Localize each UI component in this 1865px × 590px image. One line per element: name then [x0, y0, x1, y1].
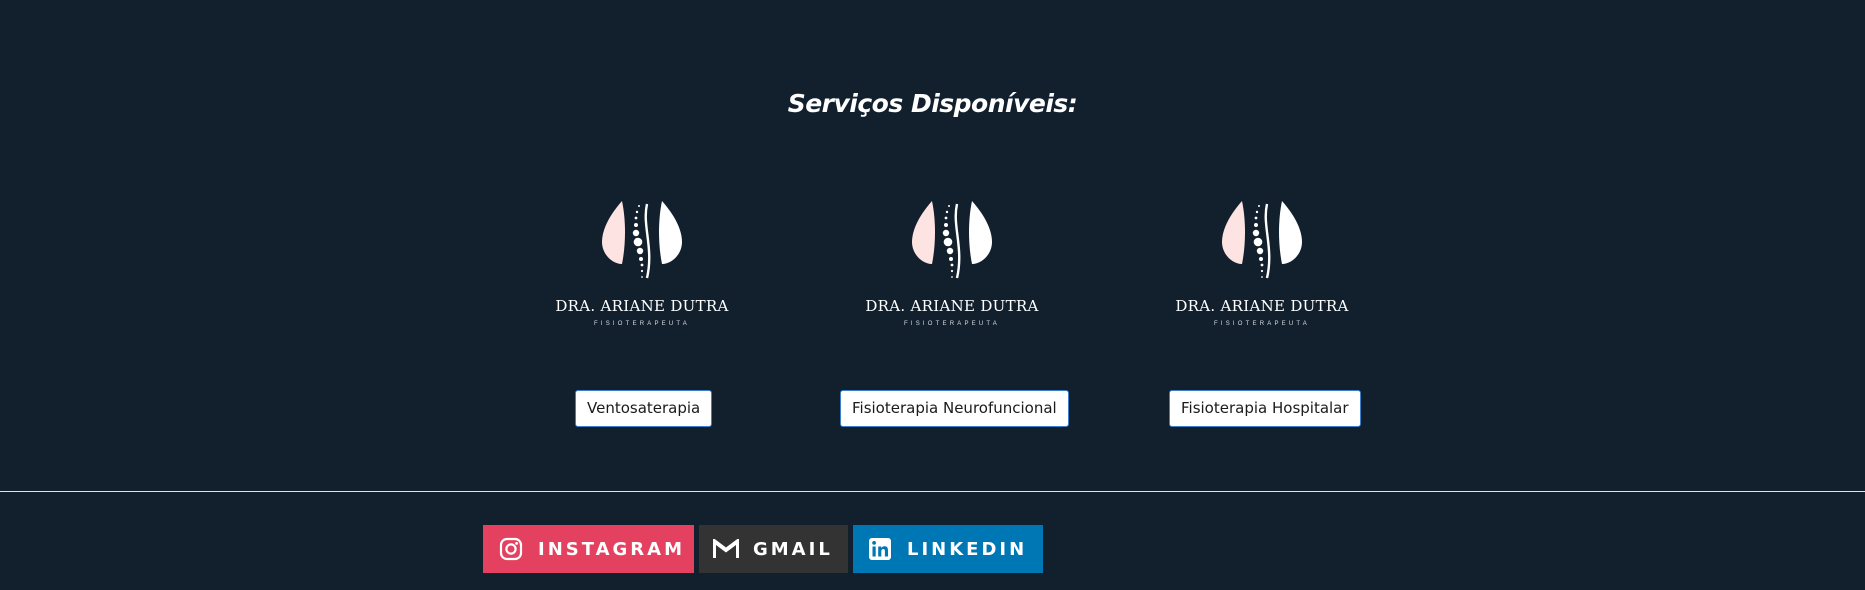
instagram-button[interactable]: INSTAGRAM: [483, 525, 694, 573]
instagram-label: INSTAGRAM: [538, 538, 686, 560]
instagram-icon: [498, 536, 524, 562]
gmail-label: GMAIL: [753, 538, 833, 560]
service-button-hospitalar[interactable]: Fisioterapia Hospitalar: [1169, 390, 1361, 427]
linkedin-label: LINKEDIN: [907, 538, 1028, 560]
service-card: DRA. ARIANE DUTRA FISIOTERAPEUTA Fisiote…: [832, 198, 1072, 438]
brand-subtitle: FISIOTERAPEUTA: [593, 321, 691, 327]
brand-subtitle: FISIOTERAPEUTA: [903, 321, 1001, 327]
brand-logo: DRA. ARIANE DUTRA FISIOTERAPEUTA: [522, 198, 762, 338]
gmail-button[interactable]: GMAIL: [699, 525, 848, 573]
spine-logo-icon: [602, 201, 682, 279]
brand-name: DRA. ARIANE DUTRA: [555, 297, 729, 315]
service-card: DRA. ARIANE DUTRA FISIOTERAPEUTA Fisiote…: [1142, 198, 1382, 438]
footer-divider: [0, 491, 1865, 492]
brand-logo: DRA. ARIANE DUTRA FISIOTERAPEUTA: [1142, 198, 1382, 338]
service-button-ventosaterapia[interactable]: Ventosaterapia: [575, 390, 713, 427]
linkedin-button[interactable]: LINKEDIN: [853, 525, 1043, 573]
linkedin-icon: [867, 536, 893, 562]
spine-logo-icon: [1222, 201, 1302, 279]
brand-logo: DRA. ARIANE DUTRA FISIOTERAPEUTA: [832, 198, 1072, 338]
spine-logo-icon: [912, 201, 992, 279]
section-title: Serviços Disponíveis:: [787, 88, 1078, 118]
gmail-icon: [713, 536, 739, 562]
service-button-neurofuncional[interactable]: Fisioterapia Neurofuncional: [840, 390, 1069, 427]
brand-name: DRA. ARIANE DUTRA: [1175, 297, 1349, 315]
service-card: DRA. ARIANE DUTRA FISIOTERAPEUTA Ventosa…: [522, 198, 762, 438]
brand-subtitle: FISIOTERAPEUTA: [1213, 321, 1311, 327]
brand-name: DRA. ARIANE DUTRA: [865, 297, 1039, 315]
